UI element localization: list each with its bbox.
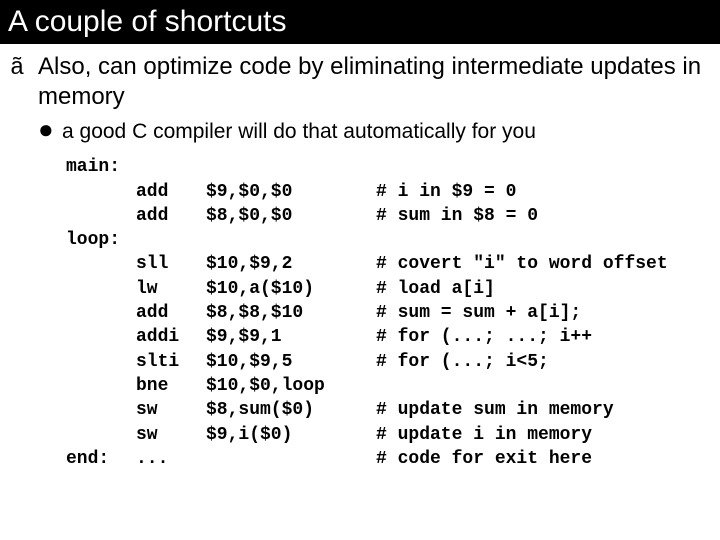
code-label [66,423,136,447]
code-comment: # update i in memory [376,423,702,447]
code-line: add$8,$0,$0# sum in $8 = 0 [66,204,702,228]
slide-title: A couple of shortcuts [0,0,720,44]
bullet1-text: Also, can optimize code by eliminating i… [38,52,702,112]
code-label: main: [66,155,136,179]
code-line: add$9,$0,$0# i in $9 = 0 [66,180,702,204]
code-label [66,398,136,422]
bullet2-marker: ● [38,118,62,140]
code-line: addi$9,$9,1# for (...; ...; i++ [66,325,702,349]
code-line: sw$9,i($0)# update i in memory [66,423,702,447]
code-args: $10,$9,5 [206,350,376,374]
code-args [206,155,376,179]
code-line: end:... # code for exit here [66,447,702,471]
code-label [66,180,136,204]
slide-body: ã Also, can optimize code by eliminating… [0,44,720,471]
code-line: bne$10,$0,loop [66,374,702,398]
code-comment: # update sum in memory [376,398,702,422]
bullet2-text: a good C compiler will do that automatic… [62,118,536,145]
code-op [136,155,206,179]
code-op [136,228,206,252]
code-op: addi [136,325,206,349]
code-label [66,204,136,228]
code-op: slti [136,350,206,374]
code-op: ... [136,447,206,471]
code-op: sw [136,423,206,447]
code-comment: # code for exit here [376,447,702,471]
code-op: add [136,204,206,228]
code-args: $10,$0,loop [206,374,376,398]
code-op: sll [136,252,206,276]
code-label: end: [66,447,136,471]
slide: A couple of shortcuts ã Also, can optimi… [0,0,720,540]
code-label: loop: [66,228,136,252]
code-label [66,277,136,301]
code-label [66,325,136,349]
code-comment: # load a[i] [376,277,702,301]
code-line: sll$10,$9,2# covert "i" to word offset [66,252,702,276]
code-comment: # sum in $8 = 0 [376,204,702,228]
code-args [206,447,376,471]
code-line: sw$8,sum($0)# update sum in memory [66,398,702,422]
code-line: add$8,$8,$10# sum = sum + a[i]; [66,301,702,325]
code-args [206,228,376,252]
code-label [66,252,136,276]
code-args: $8,sum($0) [206,398,376,422]
code-args: $10,a($10) [206,277,376,301]
code-comment: # for (...; i<5; [376,350,702,374]
code-line: slti$10,$9,5# for (...; i<5; [66,350,702,374]
code-op: bne [136,374,206,398]
code-comment: # covert "i" to word offset [376,252,702,276]
bullet1-marker: ã [10,52,38,84]
code-op: add [136,301,206,325]
code-comment [376,155,702,179]
code-args: $9,$0,$0 [206,180,376,204]
code-block: main:add$9,$0,$0# i in $9 = 0add$8,$0,$0… [66,155,702,471]
code-args: $9,$9,1 [206,325,376,349]
code-comment: # sum = sum + a[i]; [376,301,702,325]
code-line: main: [66,155,702,179]
code-op: sw [136,398,206,422]
code-args: $8,$8,$10 [206,301,376,325]
code-label [66,350,136,374]
code-args: $9,i($0) [206,423,376,447]
code-label [66,301,136,325]
code-line: lw$10,a($10)# load a[i] [66,277,702,301]
code-args: $10,$9,2 [206,252,376,276]
bullet-level-1: ã Also, can optimize code by eliminating… [10,52,702,112]
code-args: $8,$0,$0 [206,204,376,228]
code-comment: # for (...; ...; i++ [376,325,702,349]
code-op: lw [136,277,206,301]
code-comment [376,228,702,252]
bullet-level-2: ● a good C compiler will do that automat… [38,118,702,145]
code-comment [376,374,702,398]
code-comment: # i in $9 = 0 [376,180,702,204]
code-op: add [136,180,206,204]
code-line: loop: [66,228,702,252]
code-label [66,374,136,398]
